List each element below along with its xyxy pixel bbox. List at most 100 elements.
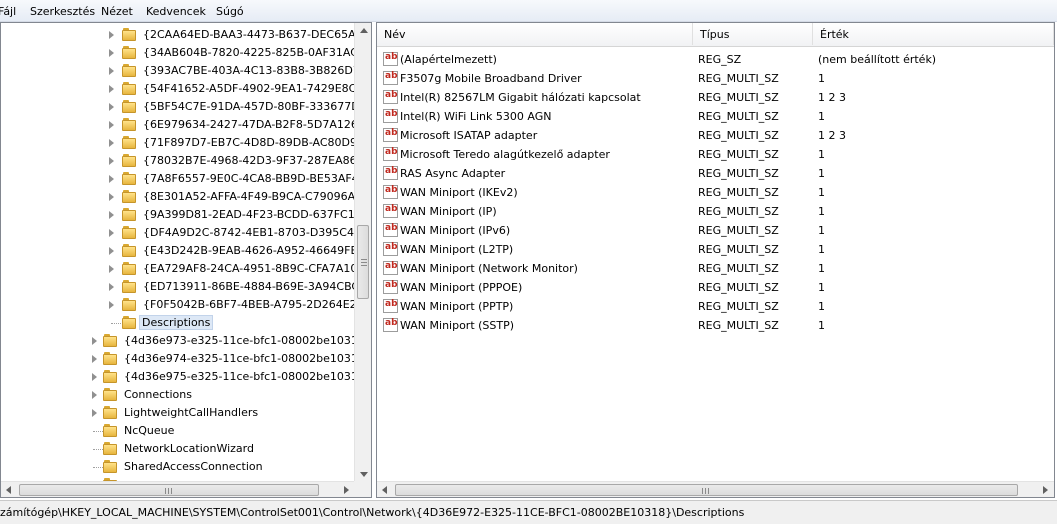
tree-scroll-thumb[interactable] [357,225,369,299]
expand-arrow-icon[interactable] [109,103,114,111]
expand-arrow-icon[interactable] [92,373,97,381]
expand-arrow-icon[interactable] [92,355,97,363]
folder-icon [103,424,119,437]
tree-node[interactable]: {9A399D81-2EAD-4F23-BCDD-637FC13D [1,206,370,224]
expand-arrow-icon[interactable] [92,337,97,345]
tree-node[interactable]: {4d36e973-e325-11ce-bfc1-08002be10318} [1,332,371,350]
tree-node[interactable]: {8E301A52-AFFA-4F49-B9CA-C79096A1A [1,188,370,206]
folder-icon [103,352,119,365]
tree-node-label: LightweightCallHandlers [124,406,259,419]
tree-node-selected[interactable]: Descriptions [1,314,355,332]
list-item[interactable]: ab WAN Miniport (L2TP) REG_MULTI_SZ 1 [377,240,1037,259]
folder-icon [122,118,138,131]
list-item[interactable]: ab (Alapértelmezett) REG_SZ (nem beállított… [377,50,1037,69]
expand-arrow-icon[interactable] [92,391,97,399]
value-type: REG_MULTI_SZ [698,243,779,256]
tree-node[interactable]: {4d36e974-e325-11ce-bfc1-08002be10318} [1,350,371,368]
folder-icon [122,190,138,203]
tree-hscroll-thumb[interactable] [19,484,319,496]
expand-arrow-icon[interactable] [109,157,114,165]
menu-edit[interactable]: Szerkesztés [30,5,95,18]
list-item[interactable]: ab WAN Miniport (IPv6) REG_MULTI_SZ 1 [377,221,1037,240]
expand-arrow-icon[interactable] [109,121,114,129]
folder-icon [103,442,119,455]
scroll-left-arrow-icon[interactable] [382,486,387,494]
values-list[interactable]: Név Típus Érték ab (Alapértelmezett) REG_S… [376,22,1055,498]
expand-arrow-icon[interactable] [109,85,114,93]
list-item[interactable]: ab WAN Miniport (IKEv2) REG_MULTI_SZ 1 [377,183,1037,202]
list-item[interactable]: ab WAN Miniport (Network Monitor) REG_MULT… [377,259,1037,278]
menu-help[interactable]: Súgó [216,5,244,18]
expand-arrow-icon[interactable] [109,175,114,183]
string-value-icon: ab [383,71,398,85]
folder-icon [122,208,138,221]
expand-arrow-icon[interactable] [109,139,114,147]
tree-node[interactable]: {71F897D7-EB7C-4D8D-89DB-AC80D9DD [1,134,371,152]
tree-node[interactable]: {EA729AF8-24CA-4951-8B9C-CFA7A101 [1,260,364,278]
list-item[interactable]: ab Intel(R) 82567LM Gigabit hálózati kapc… [377,88,1037,107]
scroll-left-arrow-icon[interactable] [6,486,11,494]
tree-node[interactable]: {34AB604B-7820-4225-825B-0AF31ACE8 [1,44,371,62]
menu-view[interactable]: Nézet [101,5,133,18]
expand-arrow-icon[interactable] [109,211,114,219]
list-item[interactable]: ab RAS Async Adapter REG_MULTI_SZ 1 [377,164,1037,183]
tree-node[interactable]: SharedAccessConnection [1,458,355,476]
tree-node[interactable]: {393AC7BE-403A-4C13-83B8-3B826D73A [1,62,371,80]
list-item[interactable]: ab WAN Miniport (PPTP) REG_MULTI_SZ 1 [377,297,1037,316]
list-item[interactable]: ab WAN Miniport (SSTP) REG_MULTI_SZ 1 [377,316,1037,335]
folder-icon [103,388,119,401]
expand-arrow-icon[interactable] [109,301,114,309]
list-horizontal-scrollbar[interactable] [377,481,1054,497]
scroll-up-arrow-icon[interactable] [360,28,368,33]
tree-node[interactable]: {6E979634-2427-47DA-B2F8-5D7A126EA [1,116,371,134]
tree-vertical-scrollbar[interactable] [354,23,371,481]
expand-arrow-icon[interactable] [109,193,114,201]
expand-arrow-icon[interactable] [109,283,114,291]
scroll-right-arrow-icon[interactable] [344,486,349,494]
tree-node[interactable]: {5BF54C7E-91DA-457D-80BF-333677D7E [1,98,371,116]
tree-node[interactable]: {4d36e975-e325-11ce-bfc1-08002be10318} [1,368,371,386]
expand-arrow-icon[interactable] [109,67,114,75]
tree-node[interactable]: {DF4A9D2C-8742-4EB1-8703-D395C4183 [1,224,371,242]
folder-icon [122,154,138,167]
tree-node[interactable]: {7A8F6557-9E0C-4CA8-BB9D-BE53AF484 [1,170,371,188]
tree-node[interactable]: {78032B7E-4968-42D3-9F37-287EA86C0A [1,152,371,170]
scroll-right-arrow-icon[interactable] [1043,486,1048,494]
value-data: (nem beállított érték) [818,53,937,66]
string-value-icon: ab [383,52,398,66]
status-bar: zámítógép\HKEY_LOCAL_MACHINE\SYSTEM\Cont… [0,500,1057,524]
scroll-down-arrow-icon[interactable] [360,472,368,477]
tree-node[interactable]: NcQueue [1,422,355,440]
column-name-header[interactable]: Név [377,23,693,45]
list-item[interactable]: ab Intel(R) WiFi Link 5300 AGN REG_MULTI_S… [377,107,1037,126]
tree-node[interactable]: {F0F5042B-6BF7-4BEB-A795-2D264E2E20 [1,296,371,314]
list-item[interactable]: ab Microsoft Teredo alagútkezelő adapter R… [377,145,1037,164]
expand-arrow-icon[interactable] [109,31,114,39]
tree-node[interactable]: {54F41652-A5DF-4902-9EA1-7429E8CBC [1,80,371,98]
expand-arrow-icon[interactable] [109,49,114,57]
expand-arrow-icon[interactable] [109,247,114,255]
tree-node[interactable]: {ED713911-86BE-4884-B69E-3A94CBCC5 [1,278,371,296]
list-item[interactable]: ab WAN Miniport (IP) REG_MULTI_SZ 1 [377,202,1037,221]
menu-favorites[interactable]: Kedvencek [146,5,206,18]
expand-arrow-icon[interactable] [92,409,97,417]
column-type-header[interactable]: Típus [693,23,813,45]
tree-node[interactable]: Connections [1,386,355,404]
tree-node-label: Descriptions [139,315,214,330]
tree-horizontal-scrollbar[interactable] [1,481,354,497]
tree-node[interactable]: NetworkLocationWizard [1,440,355,458]
menu-file[interactable]: Fájl [0,5,16,18]
tree-node[interactable]: {E43D242B-9EAB-4626-A952-46649FBB9 [1,242,371,260]
list-item[interactable]: ab WAN Miniport (PPPOE) REG_MULTI_SZ 1 [377,278,1037,297]
tree-node[interactable]: LightweightCallHandlers [1,404,355,422]
string-value-icon: ab [383,109,398,123]
column-value-header[interactable]: Érték [813,23,1054,45]
list-hscroll-thumb[interactable] [395,484,1018,496]
expand-arrow-icon[interactable] [109,265,114,273]
list-item[interactable]: ab F3507g Mobile Broadband Driver REG_MULT… [377,69,1037,88]
expand-arrow-icon[interactable] [109,229,114,237]
tree-node[interactable]: {2CAA64ED-BAA3-4473-B637-DEC65A14 [1,26,370,44]
registry-tree[interactable]: {2CAA64ED-BAA3-4473-B637-DEC65A14 {34AB60… [0,22,372,498]
list-item[interactable]: ab Microsoft ISATAP adapter REG_MULTI_SZ 1 … [377,126,1037,145]
tree-node-label: {4d36e973-e325-11ce-bfc1-08002be10318} [124,334,372,347]
